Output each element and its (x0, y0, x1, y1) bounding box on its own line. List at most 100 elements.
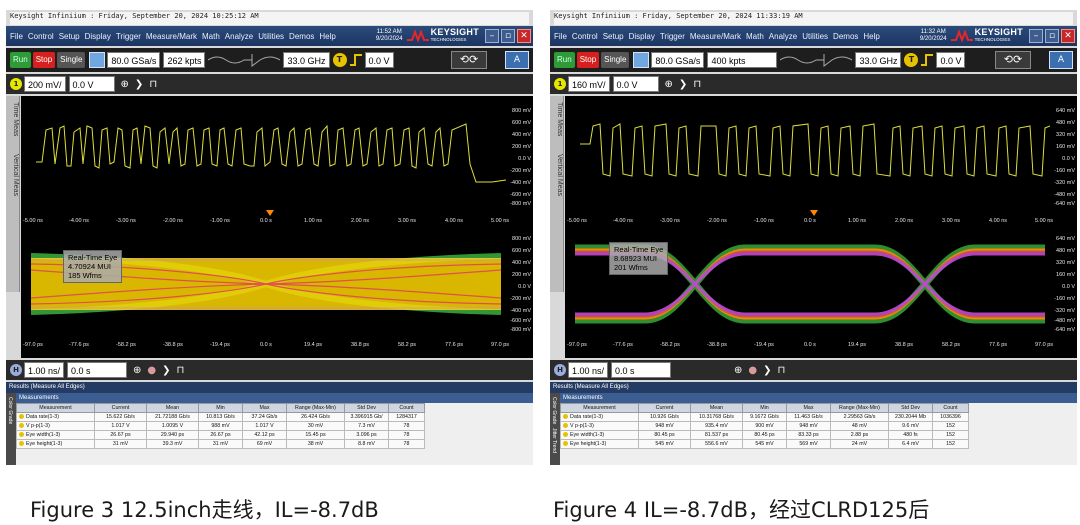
menu-setup[interactable]: Setup (603, 32, 624, 41)
trigger-source-icon[interactable]: T (904, 53, 919, 67)
sample-rate-field[interactable]: 80.0 GSa/s (107, 52, 161, 68)
horizontal-badge[interactable]: H (10, 364, 22, 376)
minimize-button[interactable]: – (1029, 29, 1043, 43)
probe-icon[interactable]: ⊓ (693, 79, 701, 90)
table-header-row: Measurement Current Mean Min Max Range (… (16, 403, 425, 413)
menu-analyze[interactable]: Analyze (769, 32, 797, 41)
eye-info-ui: 8.68923 MUI (614, 254, 657, 263)
table-row[interactable]: Eye height(1-3) 545 mV 556.6 mV 545 mV 5… (560, 439, 969, 449)
table-row[interactable]: V p-p(1-3) 948 mV 935.4 mV 900 mV 948 mV… (560, 421, 969, 431)
tab-vertical-meas[interactable]: Vertical Meas (7, 154, 19, 196)
probe-icon[interactable]: ⊓ (149, 79, 157, 90)
menu-file[interactable]: File (10, 32, 23, 41)
channel-1-badge[interactable]: 1 (10, 78, 22, 90)
cell: 9.1672 Gb/s (742, 412, 787, 422)
sample-rate-field[interactable]: 80.0 GSa/s (651, 52, 705, 68)
record-icon[interactable]: ● (147, 365, 156, 376)
arrow-right-icon[interactable]: ❯ (135, 79, 143, 90)
table-row[interactable]: Data rate(1-3) 10.926 Gb/s 10.31768 Gb/s… (560, 412, 969, 422)
menu-utilities[interactable]: Utilities (802, 32, 828, 41)
eye-y-label: 160 mV (1056, 272, 1075, 278)
arrow-right-icon[interactable]: ❯ (162, 365, 170, 376)
rising-edge-icon[interactable] (349, 53, 363, 67)
add-channel-icon[interactable]: ⊕ (665, 79, 673, 90)
menu-control[interactable]: Control (572, 32, 598, 41)
acquisition-mode-icon[interactable] (633, 52, 650, 68)
waveform-display[interactable]: 800 mV 600 mV 400 mV 200 mV 0.0 V -200 m… (21, 96, 533, 358)
stop-button[interactable]: Stop (32, 52, 56, 68)
rising-edge-icon[interactable] (920, 53, 934, 67)
channel-1-badge[interactable]: 1 (554, 78, 566, 90)
zoom-icon[interactable]: ⊕ (133, 365, 141, 376)
menu-measure-mark[interactable]: Measure/Mark (146, 32, 197, 41)
menu-demos[interactable]: Demos (833, 32, 858, 41)
waveform-display[interactable]: 640 mV 480 mV 320 mV 160 mV 0.0 V -160 m… (565, 96, 1077, 358)
menu-math[interactable]: Math (202, 32, 220, 41)
default-setup-button[interactable]: ⟲⟳ (995, 51, 1031, 69)
record-icon[interactable]: ● (748, 365, 757, 376)
channel-scale-field[interactable]: 200 mV/ (24, 76, 66, 92)
acquisition-mode-icon[interactable] (89, 52, 106, 68)
probe-icon[interactable]: ⊓ (177, 365, 185, 376)
restore-button[interactable]: ▫ (501, 29, 515, 43)
menu-trigger[interactable]: Trigger (116, 32, 141, 41)
autoscale-button[interactable]: A (505, 51, 529, 69)
restore-button[interactable]: ▫ (1045, 29, 1059, 43)
trigger-source-icon[interactable]: T (332, 53, 347, 67)
autoscale-button[interactable]: A (1049, 51, 1073, 69)
trigger-level-field[interactable]: 0.0 V (364, 52, 394, 68)
horizontal-scale-field[interactable]: 1.00 ns/ (24, 362, 65, 378)
tab-jitter-trend[interactable]: Jitter Trend (551, 428, 557, 453)
tab-time-meas[interactable]: Time Meas (551, 102, 563, 136)
horizontal-position-field[interactable]: 0.0 s (67, 362, 128, 378)
close-button[interactable]: ✕ (517, 29, 531, 43)
run-button[interactable]: Run (554, 52, 575, 68)
horizontal-position-field[interactable]: 0.0 s (611, 362, 672, 378)
bandwidth-field[interactable]: 33.0 GHz (283, 52, 330, 68)
channel-scale-field[interactable]: 160 mV/ (568, 76, 610, 92)
zoom-icon[interactable]: ⊕ (734, 365, 742, 376)
close-button[interactable]: ✕ (1061, 29, 1075, 43)
add-channel-icon[interactable]: ⊕ (121, 79, 129, 90)
tab-color-grade[interactable]: Color Grade (7, 397, 13, 424)
default-setup-button[interactable]: ⟲⟳ (451, 51, 487, 69)
table-row[interactable]: Eye width(1-3) 26.67 ps 29.940 ps 26.67 … (16, 430, 425, 440)
menu-analyze[interactable]: Analyze (225, 32, 253, 41)
channel-offset-field[interactable]: 0.0 V (68, 76, 115, 92)
menu-help[interactable]: Help (863, 32, 879, 41)
menu-display[interactable]: Display (85, 32, 111, 41)
menu-demos[interactable]: Demos (289, 32, 314, 41)
probe-icon[interactable]: ⊓ (778, 365, 786, 376)
memory-depth-field[interactable]: 262 kpts (163, 52, 206, 68)
menu-math[interactable]: Math (746, 32, 764, 41)
single-button[interactable]: Single (601, 52, 630, 68)
tab-time-meas[interactable]: Time Meas (7, 102, 19, 136)
menu-help[interactable]: Help (319, 32, 335, 41)
horizontal-badge[interactable]: H (554, 364, 566, 376)
menu-file[interactable]: File (554, 32, 567, 41)
horizontal-scale-field[interactable]: 1.00 ns/ (568, 362, 609, 378)
arrow-right-icon[interactable]: ❯ (763, 365, 771, 376)
menu-measure-mark[interactable]: Measure/Mark (690, 32, 741, 41)
menu-utilities[interactable]: Utilities (258, 32, 284, 41)
minimize-button[interactable]: – (485, 29, 499, 43)
table-row[interactable]: Eye width(1-3) 80.45 ps 81.537 ps 80.45 … (560, 430, 969, 440)
bandwidth-field[interactable]: 33.0 GHz (855, 52, 902, 68)
run-button[interactable]: Run (10, 52, 31, 68)
tab-vertical-meas[interactable]: Vertical Meas (551, 154, 563, 196)
memory-depth-field[interactable]: 400 kpts (707, 52, 778, 68)
menu-control[interactable]: Control (28, 32, 54, 41)
tab-color-grade[interactable]: Color Grade (551, 397, 557, 424)
single-button[interactable]: Single (57, 52, 86, 68)
menu-display[interactable]: Display (629, 32, 655, 41)
table-row[interactable]: Data rate(1-3) 15.622 Gb/s 21.72188 Gb/s… (16, 412, 425, 422)
stop-button[interactable]: Stop (576, 52, 600, 68)
cell: 545 mV (638, 439, 691, 449)
channel-offset-field[interactable]: 0.0 V (612, 76, 659, 92)
menu-setup[interactable]: Setup (59, 32, 80, 41)
trigger-level-field[interactable]: 0.0 V (936, 52, 966, 68)
table-row[interactable]: V p-p(1-3) 1.017 V 1.0095 V 988 mV 1.017… (16, 421, 425, 431)
menu-trigger[interactable]: Trigger (660, 32, 685, 41)
arrow-right-icon[interactable]: ❯ (679, 79, 687, 90)
table-row[interactable]: Eye height(1-3) 31 mV 39.3 mV 31 mV 69 m… (16, 439, 425, 449)
